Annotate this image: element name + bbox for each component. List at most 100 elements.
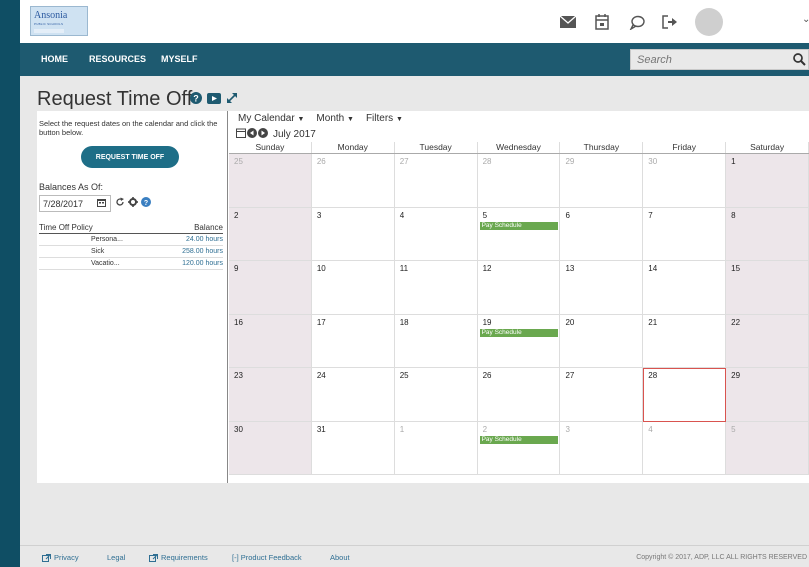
help-icon[interactable]: ? — [190, 92, 202, 106]
calendar-day[interactable]: 23 — [229, 368, 312, 422]
legal-link[interactable]: Legal — [107, 553, 125, 562]
calendar-day[interactable]: 30 — [229, 421, 312, 475]
policy-name: Vacatio... — [91, 260, 120, 267]
mail-icon[interactable] — [559, 13, 577, 31]
calendar-day[interactable]: 30 — [643, 154, 727, 208]
calendar-day[interactable]: 26 — [477, 368, 561, 422]
calendar-day[interactable]: 1 — [394, 421, 478, 475]
day-number: 21 — [648, 317, 658, 327]
policy-row[interactable]: Persona... 24.00 hours — [39, 235, 223, 246]
about-link[interactable]: About — [330, 553, 350, 562]
calendar-day[interactable]: 1 — [726, 154, 809, 208]
policy-row[interactable]: Vacatio... 120.00 hours — [39, 259, 223, 270]
day-number: 15 — [731, 264, 741, 273]
chevron-down-icon[interactable]: ⌄ — [802, 14, 809, 25]
refresh-icon[interactable] — [115, 197, 125, 209]
calendar-day[interactable]: 16 — [229, 314, 312, 368]
calendar-day[interactable]: 22 — [726, 314, 809, 368]
svg-text:?: ? — [144, 200, 148, 207]
video-icon[interactable] — [207, 92, 221, 106]
calendar-day[interactable]: 27 — [560, 368, 644, 422]
avatar[interactable] — [695, 8, 723, 36]
calendar-day[interactable]: 31 — [311, 421, 395, 475]
day-number: 28 — [482, 157, 492, 166]
chat-icon[interactable] — [628, 13, 646, 31]
pay-schedule-event[interactable]: Pay Schedule — [479, 435, 558, 444]
prev-month-icon[interactable] — [247, 128, 257, 140]
nav-resources[interactable]: RESOURCES — [89, 54, 146, 64]
pay-schedule-event[interactable]: Pay Schedule — [479, 328, 558, 337]
policy-balance[interactable]: 120.00 hours — [182, 260, 223, 267]
date-picker-icon[interactable] — [97, 198, 106, 209]
range-dropdown[interactable]: Month ▼ — [316, 113, 354, 127]
calendar-day[interactable]: 6 — [560, 207, 644, 261]
calendar-day[interactable]: 25 — [229, 154, 312, 208]
calendar-day[interactable]: 9 — [229, 261, 312, 315]
calendar-day[interactable]: 29 — [726, 368, 809, 422]
calendar-day[interactable]: 26 — [311, 154, 395, 208]
calendar-day[interactable]: 15 — [726, 261, 809, 315]
day-number: 28 — [648, 371, 658, 380]
policy-balance[interactable]: 258.00 hours — [182, 248, 223, 255]
search-icon[interactable] — [793, 53, 806, 68]
nav-home[interactable]: HOME — [41, 54, 68, 64]
calendar-day[interactable]: 3 — [311, 207, 395, 261]
day-number: 26 — [316, 157, 326, 166]
day-number: 14 — [648, 264, 658, 273]
next-month-icon[interactable] — [258, 128, 268, 140]
title-icons: ? — [190, 92, 238, 106]
calendar-day[interactable]: 17 — [311, 314, 395, 368]
day-number: 29 — [731, 371, 741, 380]
calendar-week: 16 17 18 19 Pay Schedule 20 21 22 — [229, 314, 809, 368]
policy-balance[interactable]: 24.00 hours — [186, 236, 223, 243]
request-time-off-button[interactable]: REQUEST TIME OFF — [81, 146, 179, 168]
filters-dropdown-label: Filters — [365, 113, 394, 124]
filters-dropdown[interactable]: Filters ▼ — [366, 113, 403, 127]
calendar-day[interactable]: 11 — [394, 261, 478, 315]
calendar-day[interactable]: 13 — [560, 261, 644, 315]
view-dropdown[interactable]: My Calendar ▼ — [238, 113, 304, 127]
calendar-day[interactable]: 14 — [643, 261, 727, 315]
privacy-link[interactable]: Privacy — [42, 553, 79, 562]
day-number: 5 — [731, 424, 736, 434]
info-icon[interactable]: ? — [141, 197, 151, 209]
calendar-day[interactable]: 21 — [643, 314, 727, 368]
logo[interactable]: Ansonia PUBLIC SCHOOLS — [30, 6, 88, 36]
calendar-day[interactable]: 8 — [726, 207, 809, 261]
calendar-day[interactable]: 24 — [311, 368, 395, 422]
balance-column-header: Balance — [194, 223, 223, 232]
calendar-day-today[interactable]: 28 — [643, 368, 727, 422]
calendar-day[interactable]: 28 — [477, 154, 561, 208]
calendar-week: 25 26 27 28 29 30 1 — [229, 154, 809, 208]
calendar-day[interactable]: 3 — [560, 421, 644, 475]
today-icon[interactable] — [236, 128, 246, 140]
calendar-day[interactable]: 2 Pay Schedule — [477, 421, 561, 475]
copyright: Copyright © 2017, ADP, LLC ALL RIGHTS RE… — [636, 554, 807, 561]
gear-icon[interactable] — [128, 197, 138, 209]
calendar-day[interactable]: 20 — [560, 314, 644, 368]
calendar-day[interactable]: 10 — [311, 261, 395, 315]
requirements-link[interactable]: Requirements — [149, 553, 208, 562]
calendar-day[interactable]: 19 Pay Schedule — [477, 314, 561, 368]
calendar-day[interactable]: 2 — [229, 207, 312, 261]
search-input[interactable] — [631, 50, 786, 69]
expand-icon[interactable] — [226, 92, 238, 106]
calendar-day[interactable]: 7 — [643, 207, 727, 261]
nav-myself[interactable]: MYSELF — [161, 54, 198, 64]
calendar-icon[interactable] — [593, 13, 611, 31]
calendar-day[interactable]: 25 — [394, 368, 478, 422]
calendar-day[interactable]: 12 — [477, 261, 561, 315]
calendar-day[interactable]: 27 — [394, 154, 478, 208]
product-feedback-link[interactable]: [-] Product Feedback — [232, 553, 302, 562]
days-of-week: Sunday Monday Tuesday Wednesday Thursday Frid… — [229, 142, 809, 154]
instructions: Select the request dates on the calendar… — [39, 119, 218, 137]
calendar-day[interactable]: 5 — [726, 421, 809, 475]
policy-row[interactable]: Sick 258.00 hours — [39, 247, 223, 258]
logout-icon[interactable] — [661, 13, 679, 31]
calendar-day[interactable]: 29 — [560, 154, 644, 208]
calendar-day[interactable]: 18 — [394, 314, 478, 368]
calendar-day[interactable]: 4 — [643, 421, 727, 475]
pay-schedule-event[interactable]: Pay Schedule — [479, 221, 558, 230]
calendar-day[interactable]: 5 Pay Schedule — [477, 207, 561, 261]
calendar-day[interactable]: 4 — [394, 207, 478, 261]
